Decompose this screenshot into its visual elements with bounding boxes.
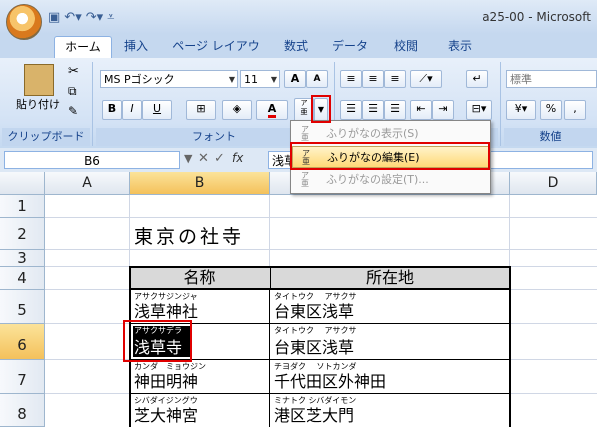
align-left-icon[interactable]: ☰	[340, 100, 362, 120]
fill-color-button[interactable]: ◈	[222, 100, 252, 120]
align-right-icon[interactable]: ☰	[384, 100, 406, 120]
window-title: a25-00 - Microsoft	[482, 10, 591, 24]
row-header-3[interactable]: 3	[0, 250, 45, 267]
table-row-line	[131, 393, 509, 394]
table-cell-location[interactable]: チヨダク ソトカンダ 千代田区外神田	[271, 361, 509, 393]
align-top-icon[interactable]: ≡	[340, 70, 362, 88]
bold-button[interactable]: B	[102, 100, 122, 120]
row-header-7[interactable]: 7	[0, 360, 45, 394]
column-header-a[interactable]: A	[45, 172, 130, 195]
furigana-menu: ア亜 ふりがなの表示(S) ア亜 ふりがなの編集(E) ア亜 ふりがなの設定(T…	[290, 120, 491, 194]
number-group-label: 数値	[504, 128, 597, 146]
quick-access-toolbar: ▣ ↶▾ ↷▾ ⩡	[48, 8, 114, 26]
furigana-dropdown-button[interactable]: ▼	[314, 98, 328, 122]
ribbon-tabs: ホーム 挿入 ページ レイアウト 数式 データ 校閲 表示	[0, 34, 597, 73]
furigana-settings-icon: ア亜	[301, 171, 309, 188]
menu-item-furigana-settings[interactable]: ア亜 ふりがなの設定(T)...	[292, 169, 489, 191]
font-name-combo[interactable]: MS Pゴシック ▼	[100, 70, 238, 88]
gridline	[45, 217, 597, 218]
tab-home[interactable]: ホーム	[54, 36, 112, 59]
table-cell-location[interactable]: ミナトク シバダイモン 港区芝大門	[271, 395, 509, 427]
grow-font-button[interactable]: A	[284, 70, 306, 88]
furigana-edit-icon: ア亜	[302, 149, 310, 166]
format-painter-icon[interactable]: ✎	[68, 104, 78, 118]
cut-icon[interactable]: ✂	[68, 64, 79, 79]
enter-icon[interactable]: ✓	[214, 151, 225, 166]
undo-icon[interactable]: ↶▾	[64, 10, 81, 25]
table-row-line	[131, 359, 509, 360]
comma-button[interactable]: ,	[564, 100, 586, 120]
table-cell-name[interactable]: アサクサジンジャ 浅草神社	[131, 291, 269, 323]
worksheet: A B C D 1 2 3 4 5 6 7 8 東京の社寺 名称 所在地 アサク…	[0, 172, 597, 427]
clipboard-group-label: クリップボード	[2, 128, 90, 146]
header-name[interactable]: 名称	[130, 268, 269, 288]
furigana-icon[interactable]: ア亜	[294, 98, 314, 122]
align-center-icon[interactable]: ☰	[362, 100, 384, 120]
tab-page-layout[interactable]: ページ レイアウト	[168, 36, 264, 73]
borders-button[interactable]: ⊞	[186, 100, 216, 120]
name-box-dropdown-icon[interactable]: ▼	[184, 152, 192, 165]
align-middle-icon[interactable]: ≡	[362, 70, 384, 88]
redo-icon[interactable]: ↷▾	[86, 10, 103, 25]
orientation-icon[interactable]: ⟋▾	[410, 70, 442, 88]
row-header-4[interactable]: 4	[0, 267, 45, 290]
header-location[interactable]: 所在地	[270, 268, 509, 288]
menu-item-show-furigana[interactable]: ア亜 ふりがなの表示(S)	[292, 123, 489, 145]
table-cell-location[interactable]: タイトウク アサクサ 台東区浅草	[271, 325, 509, 359]
row-header-5[interactable]: 5	[0, 290, 45, 324]
paste-icon[interactable]	[24, 64, 54, 96]
percent-button[interactable]: %	[540, 100, 562, 120]
title-bar: ▣ ↶▾ ↷▾ ⩡ a25-00 - Microsoft	[0, 0, 597, 34]
number-format-combo[interactable]: 標準	[506, 70, 597, 88]
insert-function-icon[interactable]: fx	[232, 151, 243, 165]
cancel-icon[interactable]: ✕	[198, 151, 209, 166]
column-header-b[interactable]: B	[130, 172, 270, 195]
save-icon[interactable]: ▣	[48, 10, 60, 25]
tab-review[interactable]: 校閲	[386, 36, 426, 58]
gridline	[45, 249, 597, 250]
select-all-corner[interactable]	[0, 172, 45, 195]
row-header-8[interactable]: 8	[0, 394, 45, 427]
row-header-6[interactable]: 6	[0, 324, 45, 360]
tab-formulas[interactable]: 数式	[276, 36, 316, 58]
decrease-indent-icon[interactable]: ⇤	[410, 100, 432, 120]
font-color-button[interactable]: A	[256, 100, 288, 120]
office-button[interactable]	[6, 4, 42, 40]
furigana-icon: ア亜	[301, 125, 309, 142]
name-box[interactable]: B6	[4, 151, 180, 169]
table-cell-name[interactable]: カンダ ミョウジン 神田明神	[131, 361, 269, 393]
table-cell-name-selected[interactable]: アサクサデラ 浅草寺	[131, 325, 269, 359]
underline-button[interactable]: U	[142, 100, 172, 120]
group-divider	[92, 62, 93, 146]
table-row-line	[131, 323, 509, 324]
font-size-combo[interactable]: 11 ▼	[240, 70, 280, 88]
row-header-1[interactable]: 1	[0, 195, 45, 218]
increase-indent-icon[interactable]: ⇥	[432, 100, 454, 120]
copy-icon[interactable]: ⧉	[68, 84, 77, 99]
paste-button-label[interactable]: 貼り付け	[12, 96, 64, 112]
table-cell-location[interactable]: タイトウク アサクサ 台東区浅草	[271, 291, 509, 323]
borders-icon: ⊞	[196, 102, 206, 115]
align-bottom-icon[interactable]: ≡	[384, 70, 406, 88]
table-cell-name[interactable]: シバダイジングウ 芝大神宮	[131, 395, 269, 427]
shrink-font-button[interactable]: A	[306, 70, 328, 88]
tab-insert[interactable]: 挿入	[116, 36, 156, 58]
italic-button[interactable]: I	[122, 100, 142, 120]
menu-item-edit-furigana[interactable]: ア亜 ふりがなの編集(E)	[292, 146, 489, 168]
column-header-d[interactable]: D	[510, 172, 597, 195]
tab-view[interactable]: 表示	[440, 36, 480, 58]
sheet-title[interactable]: 東京の社寺	[134, 222, 434, 248]
group-divider	[500, 62, 501, 146]
merge-center-icon[interactable]: ⊟▾	[466, 100, 492, 120]
tab-data[interactable]: データ	[328, 36, 372, 58]
customize-icon[interactable]: ⩡	[107, 10, 114, 25]
fill-bucket-icon: ◈	[232, 102, 242, 115]
currency-icon[interactable]: ¥▾	[506, 100, 536, 120]
wrap-text-icon[interactable]: ↵	[466, 70, 488, 88]
row-header-2[interactable]: 2	[0, 218, 45, 250]
